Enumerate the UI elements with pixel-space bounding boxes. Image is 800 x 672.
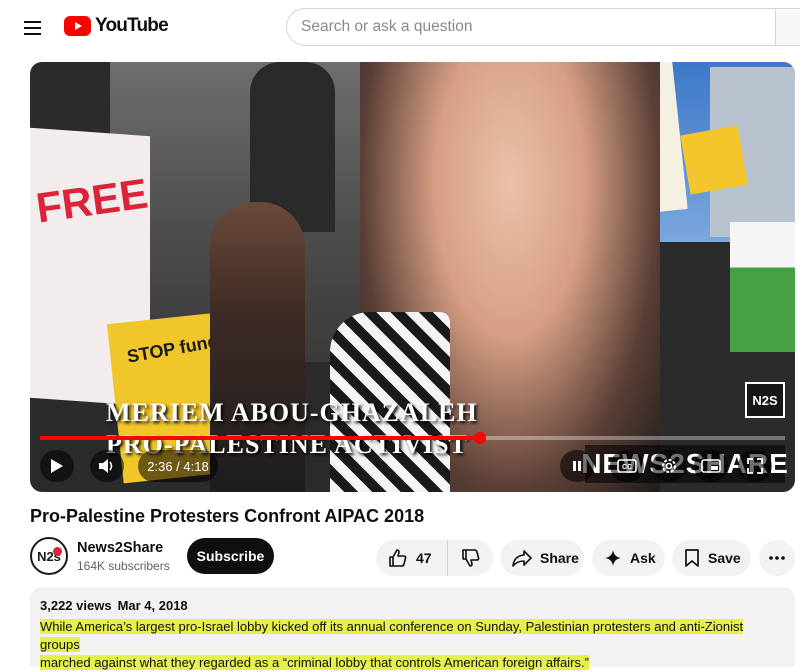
view-count: 3,222 views xyxy=(40,598,112,613)
save-button[interactable]: Save xyxy=(672,540,751,576)
play-icon xyxy=(51,459,63,473)
description-text: While America’s largest pro-Israel lobby… xyxy=(40,618,785,672)
progress-bar-played xyxy=(40,436,480,440)
share-label: Share xyxy=(540,550,579,566)
channel-avatar[interactable]: N2s xyxy=(30,537,68,575)
fullscreen-icon xyxy=(747,458,763,474)
description-meta: 3,222 views Mar 4, 2018 xyxy=(40,598,785,613)
subscriber-count: 164K subscribers xyxy=(77,559,170,573)
fullscreen-button[interactable] xyxy=(738,450,772,482)
autoplay-toggle[interactable] xyxy=(560,450,594,482)
more-actions-button[interactable] xyxy=(759,540,795,576)
svg-text:CC: CC xyxy=(622,464,632,471)
save-label: Save xyxy=(708,550,741,566)
like-count: 47 xyxy=(416,550,432,566)
youtube-logo-icon xyxy=(64,16,91,36)
protest-sign-free xyxy=(680,125,748,195)
description-box[interactable]: 3,222 views Mar 4, 2018 While America’s … xyxy=(30,587,795,670)
volume-button[interactable] xyxy=(90,450,124,482)
gear-icon xyxy=(662,459,676,473)
share-button[interactable]: Share xyxy=(500,540,584,576)
search-input[interactable]: Search or ask a question xyxy=(286,8,776,46)
video-title: Pro-Palestine Protesters Confront AIPAC … xyxy=(30,506,425,526)
video-player[interactable]: FREE STOP funding PAL MERIEM ABOU-GHAZAL… xyxy=(30,62,795,492)
volume-icon xyxy=(99,459,113,473)
youtube-logo[interactable]: YouTube xyxy=(64,15,169,37)
logo-text: YouTube xyxy=(95,15,169,36)
settings-button[interactable] xyxy=(652,450,686,482)
sparkle-icon xyxy=(605,550,621,566)
save-icon xyxy=(685,549,699,567)
search-button[interactable] xyxy=(775,8,800,46)
channel-avatar-dot xyxy=(53,547,62,556)
more-icon xyxy=(769,556,785,560)
top-bar: YouTube Search or ask a question xyxy=(0,0,800,56)
upload-date: Mar 4, 2018 xyxy=(117,598,188,613)
play-button[interactable] xyxy=(40,450,74,482)
menu-icon[interactable] xyxy=(16,12,48,44)
search-placeholder: Search or ask a question xyxy=(301,18,473,35)
like-dislike-group: 47 xyxy=(376,540,493,576)
dislike-button[interactable] xyxy=(448,540,493,576)
miniplayer-button[interactable] xyxy=(694,450,728,482)
palestinian-flag xyxy=(730,222,795,352)
pause-icon xyxy=(573,461,581,471)
description-line-1: While America’s largest pro-Israel lobby… xyxy=(40,619,744,652)
ask-label: Ask xyxy=(630,550,656,566)
thumbs-down-icon xyxy=(461,549,479,567)
closed-captions-icon: CC xyxy=(617,459,637,473)
captions-button[interactable]: CC xyxy=(610,450,644,482)
watermark-logo: N2S xyxy=(745,382,785,418)
ask-button[interactable]: Ask xyxy=(592,540,665,576)
progress-scrubber[interactable] xyxy=(473,432,486,444)
miniplayer-icon xyxy=(701,459,721,473)
subscribe-button[interactable]: Subscribe xyxy=(187,538,274,574)
channel-name[interactable]: News2Share xyxy=(77,540,163,556)
thumbs-up-icon xyxy=(389,549,407,567)
time-display: 2:36 / 4:18 xyxy=(138,450,218,482)
video-frame: FREE STOP funding PAL MERIEM ABOU-GHAZAL… xyxy=(30,62,795,492)
like-button[interactable]: 47 xyxy=(376,540,448,576)
lower-third-name: MERIEM ABOU-GHAZALEH xyxy=(106,398,478,427)
description-line-2: marched against what they regarded as a … xyxy=(40,655,589,670)
share-icon xyxy=(512,550,532,567)
